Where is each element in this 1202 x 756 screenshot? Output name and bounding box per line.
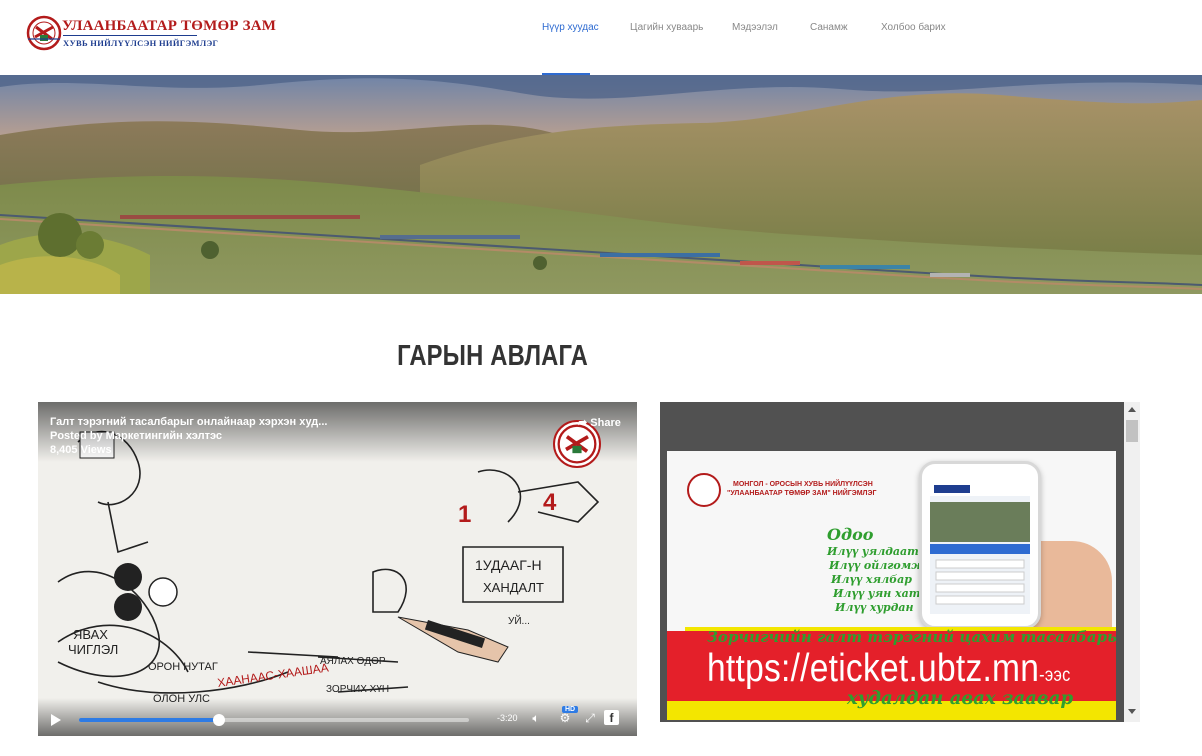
frame-scrollbar[interactable] <box>1124 402 1140 722</box>
share-label: Share <box>590 417 621 429</box>
board-text-12: УЙ... <box>508 614 530 627</box>
poster-org-line1: МОНГОЛ - ОРОСЫН ХУВЬ НИЙЛҮҮЛСЭН <box>733 481 873 488</box>
share-icon: ➦ <box>578 417 591 429</box>
fullscreen-icon[interactable]: ⤢ <box>583 711 597 725</box>
board-text-6: ЧИГЛЭЛ <box>68 642 118 657</box>
board-text-4: ХАНДАЛТ <box>483 580 544 595</box>
video-posted-by[interactable]: Posted by Маркетингийн хэлтэс <box>50 430 222 442</box>
hero-landscape-image <box>0 75 1202 294</box>
video-player[interactable]: 1 4 1УДААГ-Н ХАНДАЛТ ЯВАХ ЧИГЛЭЛ ОРОН НУ… <box>38 402 637 736</box>
board-text-11: ЗОРЧИХ ХҮН <box>326 684 389 695</box>
video-progress-fill <box>79 718 220 722</box>
nav-notice[interactable]: Санамж <box>810 22 848 33</box>
video-views: 8,405 Views <box>50 444 112 456</box>
board-text-9: АЯЛАХ ӨДӨР <box>320 656 386 667</box>
poster-benefit-1: Илүү уялдаатай <box>827 545 934 558</box>
board-text-1: 1 <box>458 501 471 528</box>
eticket-poster[interactable]: МОНГОЛ - ОРОСЫН ХУВЬ НИЙЛҮҮЛСЭН "УЛААНБА… <box>667 451 1116 720</box>
scroll-up-icon[interactable] <box>1128 407 1136 412</box>
brand-divider <box>63 35 197 36</box>
phone-screen-content <box>930 482 1030 605</box>
railway-emblem-icon <box>26 15 62 51</box>
hero-banner <box>0 75 1202 294</box>
poster-benefit-3: Илүү хялбар <box>831 573 912 586</box>
hd-badge: HD <box>562 706 579 713</box>
scroll-thumb[interactable] <box>1126 420 1138 442</box>
scroll-down-icon[interactable] <box>1128 709 1136 714</box>
video-title[interactable]: Галт тэрэгний тасалбарыг онлайнаар хэрхэ… <box>50 416 327 428</box>
nav-home[interactable]: Нүүр хуудас <box>542 22 599 33</box>
poster-footer: худалдан авах заавар <box>847 687 1074 709</box>
poster-url: https://eticket.ubtz.mn-ээс <box>707 647 1070 691</box>
nav-schedule[interactable]: Цагийн хуваарь <box>630 22 703 33</box>
board-text-2: 4 <box>543 489 557 516</box>
phone-image <box>919 461 1041 629</box>
video-progress-bar[interactable] <box>79 714 469 726</box>
poster-logo-icon <box>687 473 721 507</box>
video-time-remaining: -3:20 <box>497 713 518 723</box>
brand-subtitle: ХУВЬ НИЙЛҮҮЛСЭН НИЙГЭМЛЭГ <box>63 38 219 48</box>
video-top-overlay: Галт тэрэгний тасалбарыг онлайнаар хэрхэ… <box>38 402 637 462</box>
play-icon[interactable] <box>51 714 61 726</box>
poster-url-text: https://eticket.ubtz.mn <box>707 647 1040 690</box>
poster-headline: Зорчигчийн галт тэрэгний цахим тасалбары… <box>707 628 1116 646</box>
phone-screen <box>930 482 1030 614</box>
poster-url-suffix: -ээс <box>1039 665 1071 686</box>
facebook-icon[interactable]: f <box>604 710 619 725</box>
share-button[interactable]: ➦ Share <box>578 416 621 429</box>
site-header: УЛААНБААТАР ТӨМӨР ЗАМ ХУВЬ НИЙЛҮҮЛСЭН НИ… <box>0 0 1202 75</box>
board-text-5: ЯВАХ <box>73 627 108 642</box>
board-text-3: 1УДААГ-Н <box>475 557 542 573</box>
poster-org-line2: "УЛААНБААТАР ТӨМӨР ЗАМ" НИЙГЭМЛЭГ <box>727 490 877 497</box>
volume-icon[interactable]: 🔈︎ <box>529 711 543 725</box>
board-text-7: ОРОН НУТАГ <box>148 661 218 673</box>
nav-contact[interactable]: Холбоо барих <box>881 22 946 33</box>
site-logo[interactable]: УЛААНБААТАР ТӨМӨР ЗАМ ХУВЬ НИЙЛҮҮЛСЭН НИ… <box>26 15 276 51</box>
brand-title: УЛААНБААТАР ТӨМӨР ЗАМ <box>62 18 277 34</box>
video-controls: -3:20 🔈︎ ⚙︎ HD ⤢ f <box>38 698 637 736</box>
section-title: ГАРЫН АВЛАГА <box>397 340 588 372</box>
nav-news[interactable]: Мэдээлэл <box>732 22 778 33</box>
settings-icon[interactable]: ⚙︎ <box>558 711 572 725</box>
video-progress-handle[interactable] <box>213 714 226 726</box>
poster-benefit-5: Илүү хурдан <box>835 601 914 614</box>
poster-odoo: Одоо <box>827 525 874 544</box>
